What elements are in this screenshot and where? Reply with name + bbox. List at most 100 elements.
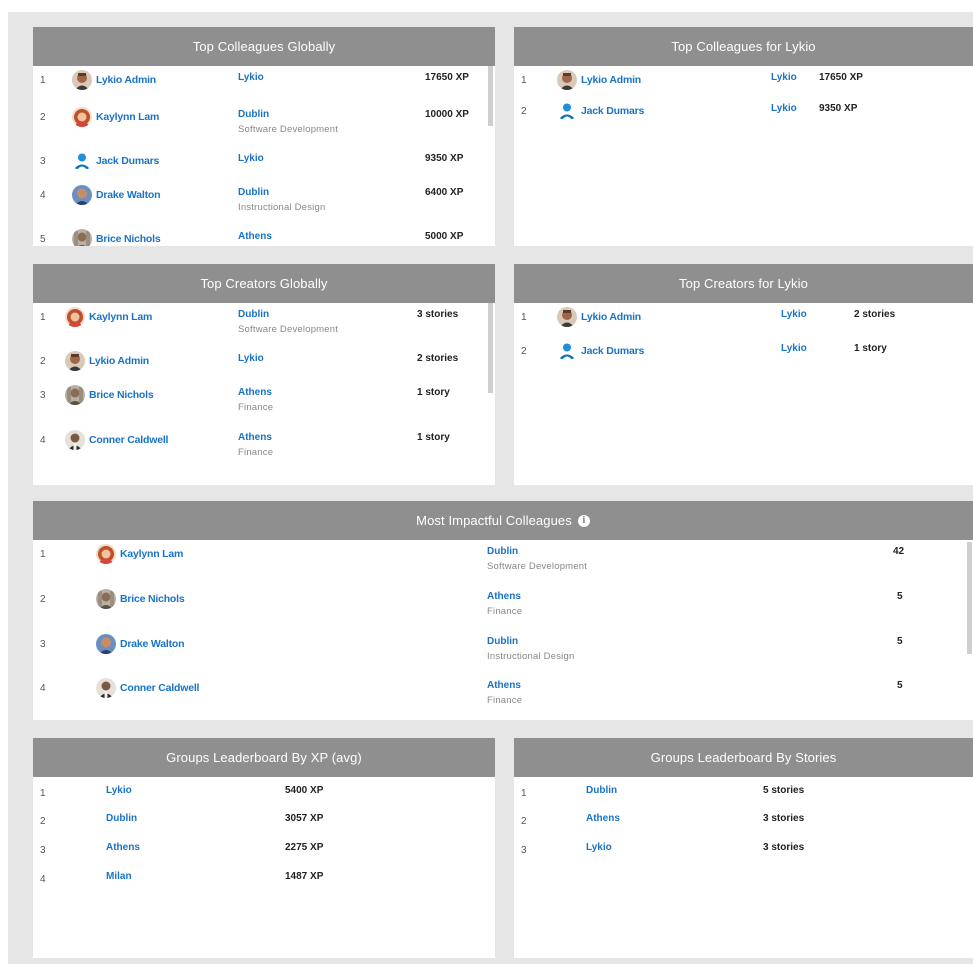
person-name[interactable]: Kaylynn Lam	[120, 548, 183, 560]
person-link[interactable]: Jack Dumars	[557, 101, 644, 121]
location-link[interactable]: Dublin	[238, 309, 269, 320]
person-name[interactable]: Lykio Admin	[581, 74, 641, 86]
xp-value: 1487 XP	[285, 871, 324, 882]
panel-body: 1 Lykio 5400 XP 2 Dublin 3057 XP 3 Athen…	[33, 777, 495, 958]
xp-value: 3057 XP	[285, 813, 324, 824]
rank: 3	[40, 639, 46, 650]
location-link[interactable]: Athens	[487, 591, 521, 602]
location-link[interactable]: Dublin	[487, 636, 518, 647]
group-link[interactable]: Lykio	[586, 842, 612, 853]
rank: 4	[40, 683, 46, 694]
rank: 2	[40, 112, 46, 123]
rank: 3	[40, 156, 46, 167]
rank: 4	[40, 435, 46, 446]
avatar	[72, 107, 92, 127]
person-name[interactable]: Brice Nichols	[96, 233, 161, 245]
person-link[interactable]: Kaylynn Lam	[72, 107, 159, 127]
rank: 2	[40, 356, 46, 367]
person-name[interactable]: Lykio Admin	[581, 311, 641, 323]
panel-body: 1 Lykio Admin Lykio 17650 XP 2 Kaylynn L…	[33, 66, 495, 246]
leaderboard-page: Top Colleagues Globally 1 Lykio Admin Ly…	[8, 12, 973, 964]
xp-value: 9350 XP	[819, 103, 858, 114]
person-link[interactable]: Kaylynn Lam	[96, 544, 183, 564]
person-link[interactable]: Drake Walton	[96, 634, 185, 654]
rank: 1	[521, 312, 527, 323]
scrollbar[interactable]	[488, 303, 493, 393]
most-impactful-panel: Most Impactful Colleagues i 1 Kaylynn La…	[33, 501, 973, 720]
person-link[interactable]: Conner Caldwell	[96, 678, 199, 698]
location-link[interactable]: Athens	[238, 387, 272, 398]
location-link[interactable]: Dublin	[487, 546, 518, 557]
group-link[interactable]: Athens	[106, 842, 140, 853]
panel-body: 1 Kaylynn Lam Dublin Software Developmen…	[33, 540, 973, 720]
panel-title-text: Most Impactful Colleagues	[416, 513, 572, 528]
person-link[interactable]: Drake Walton	[72, 185, 161, 205]
person-link[interactable]: Lykio Admin	[557, 307, 641, 327]
location-link[interactable]: Lykio	[238, 353, 264, 364]
group-link[interactable]: Milan	[106, 871, 132, 882]
scrollbar[interactable]	[488, 66, 493, 126]
table-row: 1 Kaylynn Lam Dublin Software Developmen…	[33, 544, 973, 584]
location-link[interactable]: Athens	[487, 680, 521, 691]
panel-body: 1 Lykio Admin Lykio 17650 XP 2 Jack Duma…	[514, 66, 973, 246]
person-name[interactable]: Lykio Admin	[96, 74, 156, 86]
person-link[interactable]: Lykio Admin	[72, 70, 156, 90]
location-link[interactable]: Lykio	[781, 309, 807, 320]
location-link[interactable]: Lykio	[781, 343, 807, 354]
avatar	[65, 307, 85, 327]
person-name[interactable]: Jack Dumars	[581, 345, 644, 357]
location-link[interactable]: Lykio	[238, 72, 264, 83]
avatar	[72, 185, 92, 205]
person-link[interactable]: Brice Nichols	[96, 589, 185, 609]
person-link[interactable]: Brice Nichols	[65, 385, 154, 405]
group-link[interactable]: Dublin	[106, 813, 137, 824]
group-link[interactable]: Athens	[586, 813, 620, 824]
location-link[interactable]: Dublin	[238, 109, 269, 120]
person-name[interactable]: Kaylynn Lam	[96, 111, 159, 123]
location-link[interactable]: Lykio	[771, 103, 797, 114]
info-icon[interactable]: i	[577, 514, 590, 527]
panel-title: Top Colleagues Globally	[33, 27, 495, 66]
panel-body: 1 Lykio Admin Lykio 2 stories 2 Jack Dum…	[514, 303, 973, 485]
story-count: 2 stories	[854, 309, 896, 320]
person-name[interactable]: Lykio Admin	[89, 355, 149, 367]
rank: 1	[40, 549, 46, 560]
person-link[interactable]: Jack Dumars	[557, 341, 644, 361]
person-name[interactable]: Jack Dumars	[96, 155, 159, 167]
location-link[interactable]: Athens	[238, 231, 272, 242]
person-name[interactable]: Conner Caldwell	[120, 682, 199, 694]
xp-value: 5400 XP	[285, 785, 324, 796]
location-link[interactable]: Lykio	[771, 72, 797, 83]
person-name[interactable]: Drake Walton	[120, 638, 185, 650]
scrollbar[interactable]	[967, 542, 972, 654]
avatar	[557, 101, 577, 121]
person-link[interactable]: Kaylynn Lam	[65, 307, 152, 327]
person-link[interactable]: Jack Dumars	[72, 151, 159, 171]
location-link[interactable]: Dublin	[238, 187, 269, 198]
location-link[interactable]: Lykio	[238, 153, 264, 164]
table-row: 2 Jack Dumars Lykio 1 story	[514, 341, 973, 381]
person-link[interactable]: Conner Caldwell	[65, 430, 168, 450]
xp-value: 9350 XP	[425, 153, 464, 164]
person-link[interactable]: Lykio Admin	[65, 351, 149, 371]
person-name[interactable]: Drake Walton	[96, 189, 161, 201]
department: Software Development	[487, 561, 588, 572]
table-row: 3 Lykio 3 stories	[514, 840, 973, 880]
department: Finance	[238, 447, 274, 458]
department: Finance	[487, 606, 523, 617]
person-link[interactable]: Brice Nichols	[72, 229, 161, 246]
person-name[interactable]: Brice Nichols	[89, 389, 154, 401]
rank: 1	[40, 75, 46, 86]
avatar	[96, 634, 116, 654]
table-row: 4 Conner Caldwell Athens Finance 1 story	[33, 430, 495, 470]
person-name[interactable]: Jack Dumars	[581, 105, 644, 117]
table-row: 3 Drake Walton Dublin Instructional Desi…	[33, 634, 973, 674]
person-name[interactable]: Brice Nichols	[120, 593, 185, 605]
group-link[interactable]: Dublin	[586, 785, 617, 796]
person-name[interactable]: Kaylynn Lam	[89, 311, 152, 323]
location-link[interactable]: Athens	[238, 432, 272, 443]
person-link[interactable]: Lykio Admin	[557, 70, 641, 90]
group-link[interactable]: Lykio	[106, 785, 132, 796]
story-count: 3 stories	[417, 309, 459, 320]
person-name[interactable]: Conner Caldwell	[89, 434, 168, 446]
